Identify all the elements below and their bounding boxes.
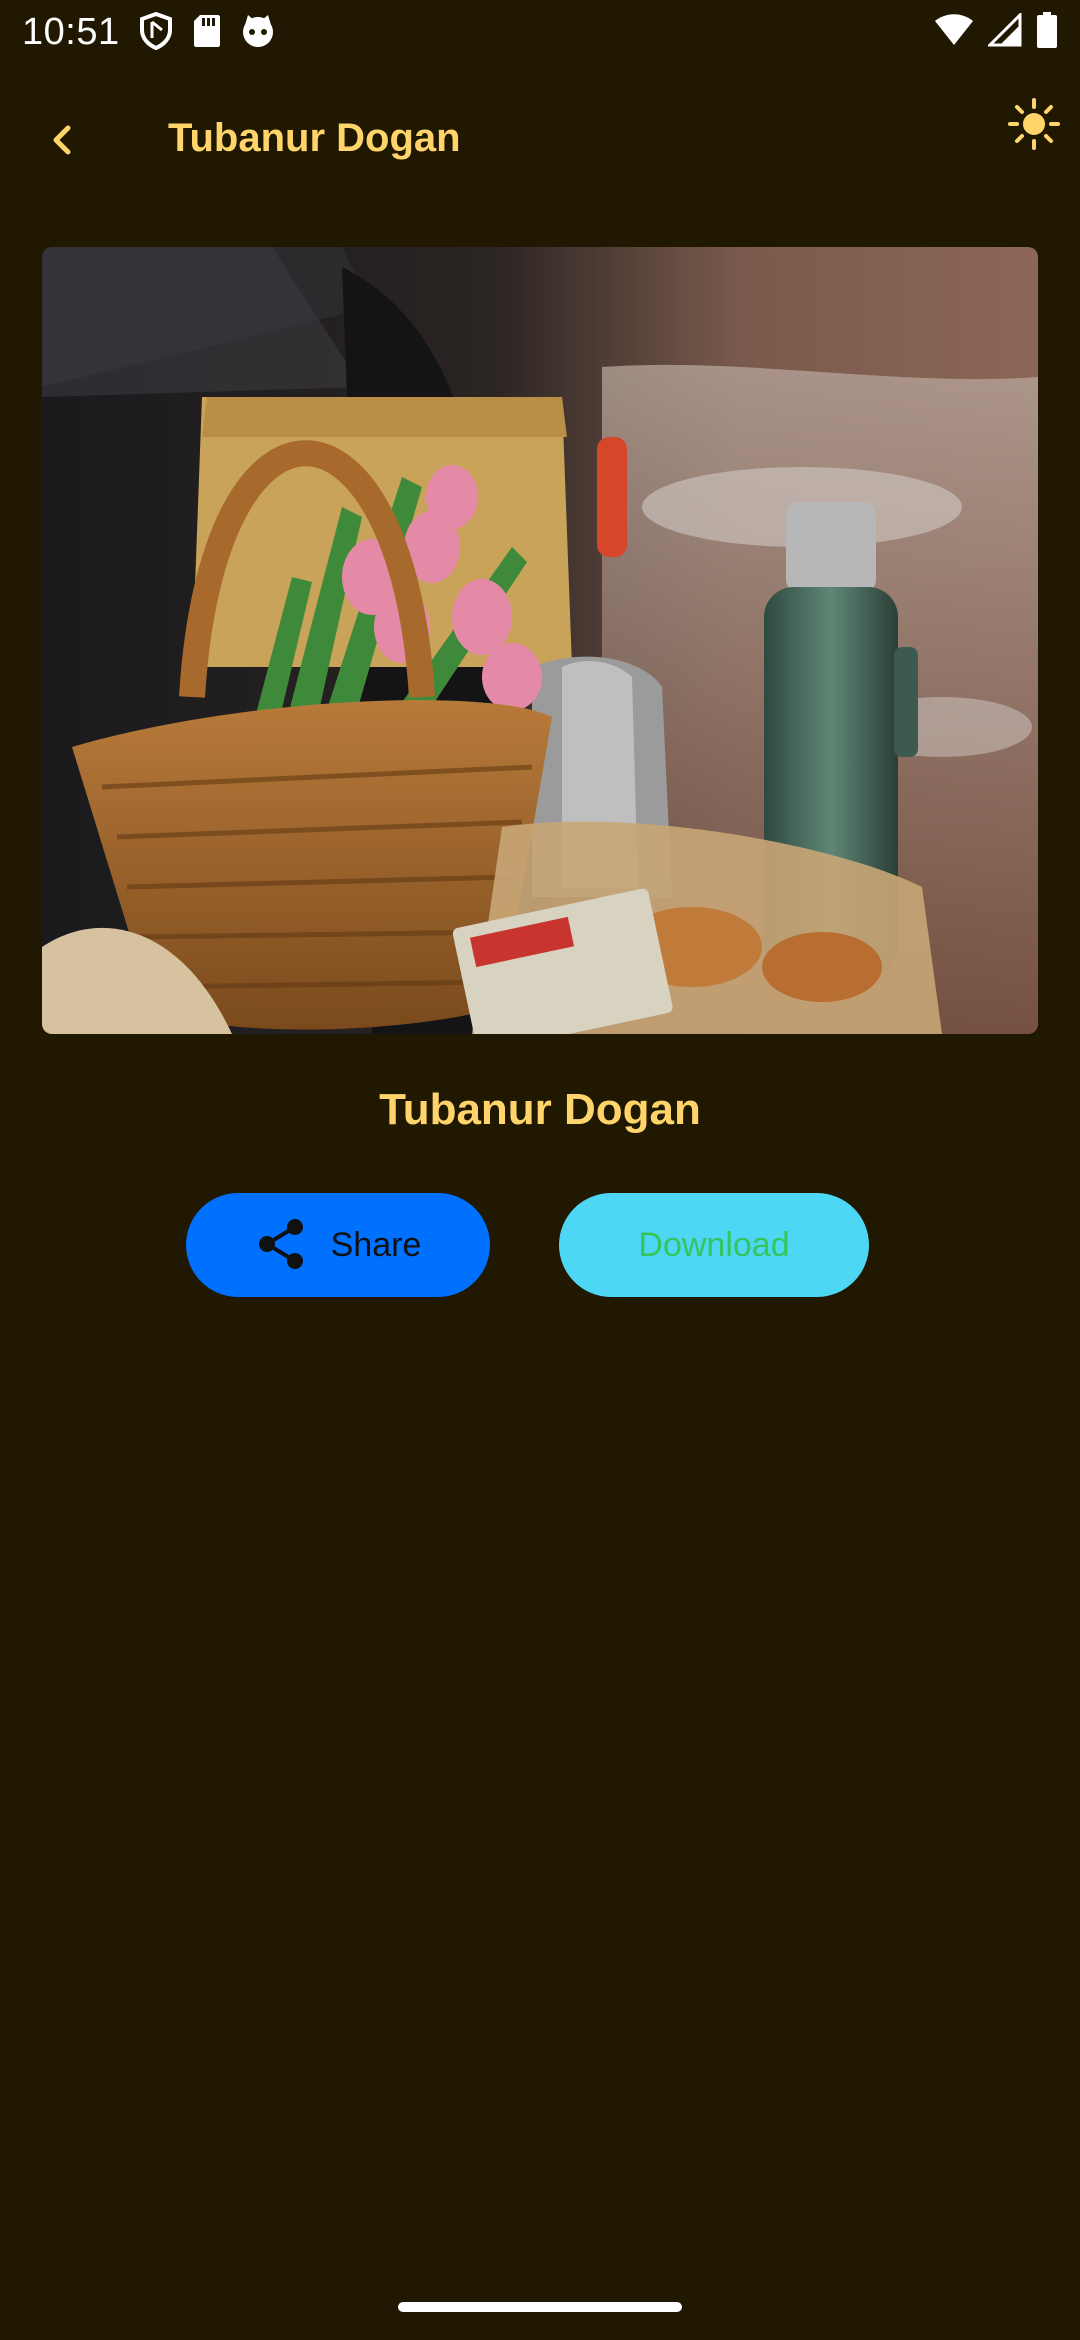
wifi-icon <box>934 13 974 47</box>
screen: 10:51 Tubanur Dogan Tubanur Dogan Share … <box>0 0 1080 2340</box>
status-bar: 10:51 <box>0 0 1080 64</box>
cat-face-icon <box>240 13 276 49</box>
battery-icon <box>1036 12 1058 48</box>
status-right-icons <box>934 12 1058 48</box>
sd-card-icon <box>192 13 222 49</box>
share-button-label: Share <box>330 1225 422 1264</box>
download-button-label: Download <box>638 1225 790 1264</box>
chevron-left-icon <box>48 122 76 163</box>
status-left-icons <box>138 12 276 50</box>
page-title: Tubanur Dogan <box>168 116 461 160</box>
status-time: 10:51 <box>22 11 120 53</box>
sun-icon <box>1007 97 1061 156</box>
back-button[interactable] <box>30 110 94 174</box>
download-button[interactable]: Download <box>559 1193 869 1297</box>
share-icon <box>255 1218 307 1273</box>
share-button[interactable]: Share <box>186 1193 490 1297</box>
theme-toggle-button[interactable] <box>1002 94 1066 158</box>
home-indicator[interactable] <box>398 2302 682 2312</box>
author-name: Tubanur Dogan <box>379 1085 701 1134</box>
cellular-signal-icon <box>988 13 1022 47</box>
wallpaper-photo[interactable] <box>42 247 1038 1034</box>
shield-icon <box>138 12 174 50</box>
app-bar: Tubanur Dogan <box>0 90 1080 190</box>
